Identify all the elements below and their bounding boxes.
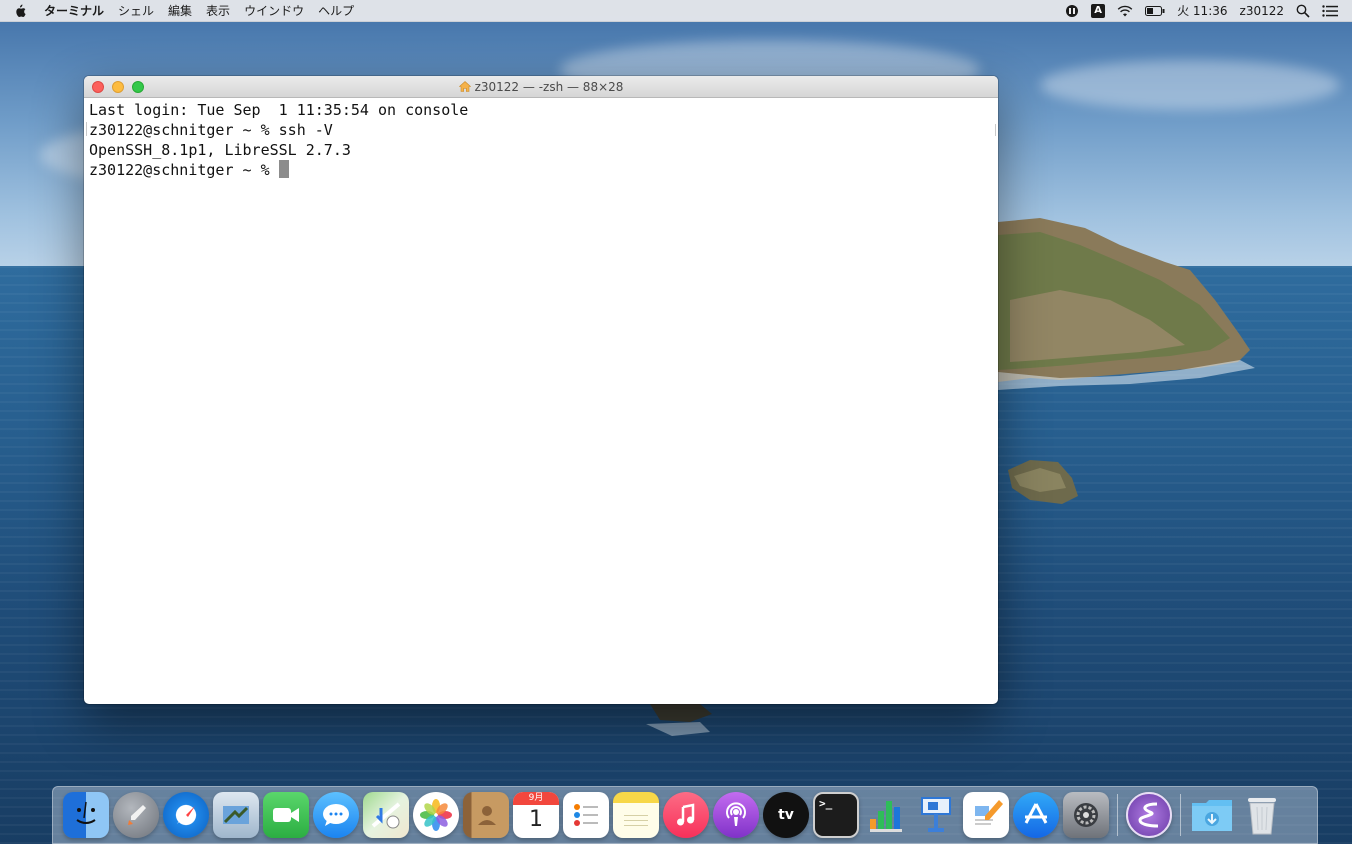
messages-icon[interactable] (313, 792, 359, 838)
menu-view[interactable]: 表示 (206, 2, 230, 19)
terminal-line: z30122@schnitger ~ % ssh -V (89, 121, 333, 139)
terminal-line: Last login: Tue Sep 1 11:35:54 on consol… (89, 101, 469, 119)
calendar-day: 1 (529, 807, 543, 832)
reminders-icon[interactable] (563, 792, 609, 838)
contacts-icon[interactable] (463, 792, 509, 838)
mail-icon[interactable] (213, 792, 259, 838)
menu-bar: ターミナル シェル 編集 表示 ウインドウ ヘルプ A 火 11:36 z301… (0, 0, 1352, 22)
trash-icon[interactable] (1239, 792, 1285, 838)
menu-bar-clock[interactable]: 火 11:36 (1177, 2, 1227, 19)
terminal-line: OpenSSH_8.1p1, LibreSSL 2.7.3 (89, 141, 351, 159)
keynote-icon[interactable] (913, 792, 959, 838)
terminal-prompt: z30122@schnitger ~ % (89, 161, 279, 179)
safari-icon[interactable] (163, 792, 209, 838)
apple-menu-icon[interactable] (14, 4, 26, 18)
close-window-button[interactable] (92, 81, 104, 93)
downloads-folder-icon[interactable] (1189, 792, 1235, 838)
notes-icon[interactable] (613, 792, 659, 838)
input-source-label: A (1091, 3, 1106, 18)
terminal-title: z30122 — -zsh — 88×28 (458, 79, 624, 94)
menu-bar-left: ターミナル シェル 編集 表示 ウインドウ ヘルプ (0, 0, 368, 22)
minimize-window-button[interactable] (112, 81, 124, 93)
vpn-shield-icon[interactable] (1065, 3, 1079, 19)
terminal-window: z30122 — -zsh — 88×28 Last login: Tue Se… (84, 76, 998, 704)
terminal-title-text: z30122 — -zsh — 88×28 (474, 79, 624, 94)
menu-shell[interactable]: シェル (118, 2, 154, 19)
input-source-icon[interactable]: A (1091, 3, 1106, 19)
terminal-app-icon[interactable]: >_ (813, 792, 859, 838)
facetime-icon[interactable] (263, 792, 309, 838)
zoom-window-button[interactable] (132, 81, 144, 93)
menu-app-terminal[interactable]: ターミナル (44, 2, 104, 19)
numbers-icon[interactable] (863, 792, 909, 838)
home-folder-icon (458, 81, 471, 92)
terminal-prompt-line: z30122@schnitger ~ % (89, 160, 998, 180)
app-store-icon[interactable] (1013, 792, 1059, 838)
maps-icon[interactable] (363, 792, 409, 838)
terminal-titlebar[interactable]: z30122 — -zsh — 88×28 (84, 76, 998, 98)
photos-icon[interactable] (413, 792, 459, 838)
calendar-month: 9月 (513, 792, 559, 805)
emacs-icon[interactable] (1126, 792, 1172, 838)
terminal-content[interactable]: Last login: Tue Sep 1 11:35:54 on consol… (84, 98, 998, 704)
spotlight-search-icon[interactable] (1296, 3, 1310, 19)
finder-icon[interactable] (63, 792, 109, 838)
battery-icon[interactable] (1145, 3, 1165, 19)
dock: 9月 1 tv >_ (52, 786, 1318, 844)
music-icon[interactable] (663, 792, 709, 838)
menu-window[interactable]: ウインドウ (244, 2, 304, 19)
wifi-icon[interactable] (1117, 3, 1133, 19)
window-controls (92, 81, 144, 93)
menu-edit[interactable]: 編集 (168, 2, 192, 19)
launchpad-icon[interactable] (113, 792, 159, 838)
notification-center-icon[interactable] (1322, 3, 1338, 19)
tv-label: tv (778, 807, 794, 823)
dock-separator (1180, 794, 1181, 836)
terminal-cursor (278, 160, 289, 178)
terminal-mark (86, 122, 87, 136)
terminal-app-prompt: >_ (819, 797, 833, 810)
pages-icon[interactable] (963, 792, 1009, 838)
calendar-icon[interactable]: 9月 1 (513, 792, 559, 838)
terminal-scroll-indicator (995, 124, 996, 136)
system-preferences-icon[interactable] (1063, 792, 1109, 838)
podcasts-icon[interactable] (713, 792, 759, 838)
menu-bar-right: A 火 11:36 z30122 (1065, 0, 1352, 22)
tv-icon[interactable]: tv (763, 792, 809, 838)
menu-help[interactable]: ヘルプ (318, 2, 354, 19)
dock-separator (1117, 794, 1118, 836)
menu-bar-user[interactable]: z30122 (1240, 4, 1284, 18)
